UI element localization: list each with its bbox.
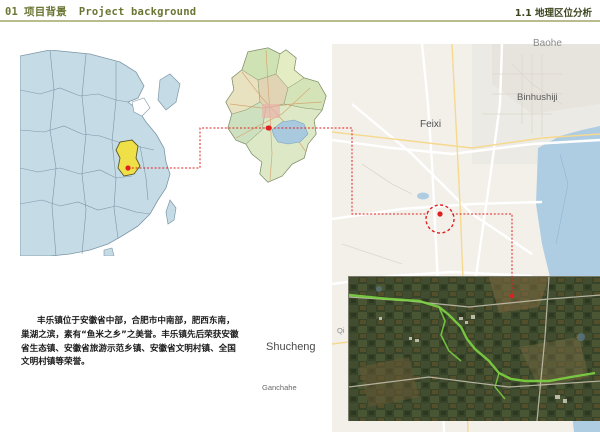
section-number: 01: [5, 6, 19, 18]
map-label-binhushiji: Binhushiji: [517, 92, 558, 103]
section-title-cn: 项目背景: [24, 6, 67, 18]
location-marker: [125, 165, 131, 171]
header-divider: [0, 20, 600, 22]
hefei-city-map: [222, 44, 330, 190]
map-label-ganchahe: Ganchahe: [262, 383, 297, 392]
location-marker: [266, 125, 272, 131]
china-location-map: [20, 50, 188, 256]
subsection-title: 1.1 地理区位分析: [514, 8, 592, 19]
satellite-graphic: [349, 277, 600, 421]
page-header: 01 项目背景 Project background 1.1 地理区位分析: [0, 0, 600, 22]
map-label-baohe: Baohe: [533, 38, 562, 49]
section-title-en: Project background: [78, 6, 197, 18]
map-label-qi: Qi: [337, 326, 345, 335]
china-map-graphic: [20, 50, 188, 256]
map-label-shucheng: Shucheng: [266, 341, 316, 353]
satellite-image: [348, 276, 600, 421]
anhui-province-highlight: [115, 139, 141, 177]
map-label-feixi: Feixi: [420, 119, 442, 130]
project-description: 丰乐镇位于安徽省中部，合肥市中南部，肥西东南，巢湖之滨，素有“鱼米之乡”之美誉。…: [21, 316, 239, 368]
section-title: 01 项目背景 Project background: [5, 4, 196, 19]
city-map-graphic: [225, 47, 327, 183]
